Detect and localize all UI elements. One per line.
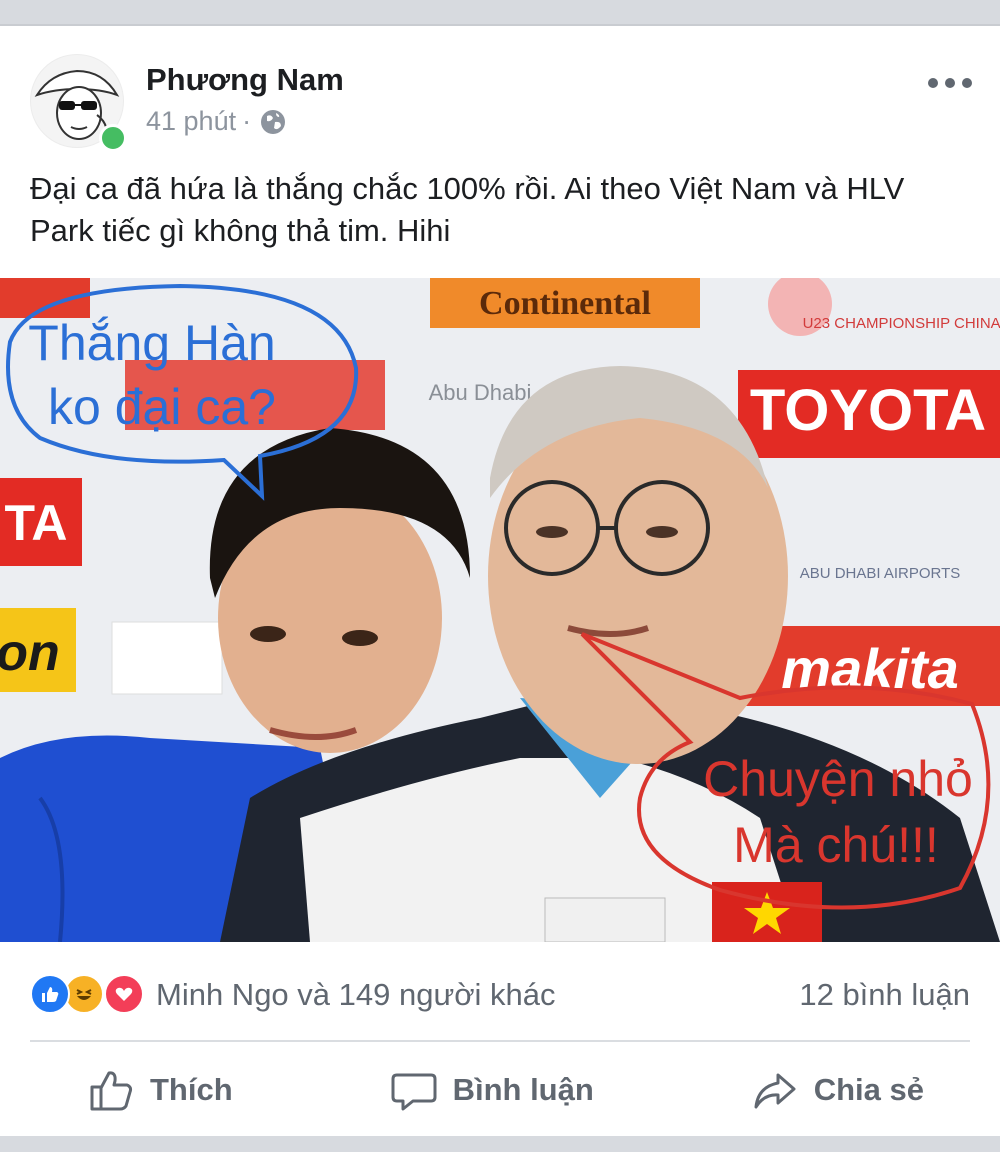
bubble-left-line1: Thắng Hàn [28, 315, 275, 371]
like-button[interactable]: Thích [88, 1052, 233, 1128]
post-time[interactable]: 41 phút [146, 106, 236, 137]
sponsor-continental: Continental [479, 285, 651, 322]
bubble-left-line2: ko đại ca? [48, 379, 276, 435]
post-actions: Thích Bình luận Chia sẻ [30, 1052, 970, 1128]
author-name[interactable]: Phương Nam [146, 62, 344, 98]
thumbs-up-icon [90, 1071, 133, 1111]
meta-separator: · [242, 106, 252, 136]
post-meta: 41 phút · [146, 106, 287, 137]
sponsor-abudhabi: Abu Dhabi [429, 380, 532, 405]
reaction-icons[interactable] [30, 974, 150, 1014]
reactions-bar: Minh Ngo và 149 người khác 12 bình luận [30, 972, 970, 1016]
post-photo[interactable]: Continental U23 CHAMPIONSHIP CHINA 2018 … [0, 278, 1000, 942]
feed-separator-bottom [0, 1136, 1000, 1152]
press-conference-photo: Continental U23 CHAMPIONSHIP CHINA 2018 … [0, 278, 1000, 942]
sponsor-ta: TA [5, 495, 68, 551]
reaction-summary[interactable]: Minh Ngo và 149 người khác [156, 977, 556, 1013]
post-text: Đại ca đã hứa là thắng chắc 100% rồi. Ai… [30, 171, 905, 248]
like-reaction-icon [30, 974, 70, 1014]
feed-separator-top [0, 0, 1000, 26]
share-button[interactable]: Chia sẻ [752, 1052, 924, 1128]
actions-divider [30, 1040, 970, 1042]
share-label: Chia sẻ [813, 1072, 924, 1107]
sponsor-u23: U23 CHAMPIONSHIP CHINA 2018 [803, 315, 1000, 332]
love-reaction-icon [104, 974, 144, 1014]
comment-count[interactable]: 12 bình luận [799, 977, 970, 1013]
haha-reaction-icon [64, 974, 104, 1014]
globe-icon [259, 108, 287, 136]
comment-bubble-icon [391, 1073, 437, 1111]
like-label: Thích [150, 1072, 233, 1107]
sponsor-on: on [0, 624, 60, 682]
sponsor-airports: ABU DHABI AIRPORTS [800, 565, 961, 582]
bubble-right-line2: Mà chú!!! [733, 817, 939, 873]
comment-button[interactable]: Bình luận [391, 1052, 594, 1128]
online-status-dot [99, 124, 127, 152]
comment-label: Bình luận [452, 1072, 594, 1107]
more-dots-icon[interactable] [928, 70, 972, 96]
sponsor-toyota: TOYOTA [750, 378, 986, 443]
share-arrow-icon [754, 1073, 796, 1109]
bubble-right-line1: Chuyện nhỏ [703, 751, 973, 807]
